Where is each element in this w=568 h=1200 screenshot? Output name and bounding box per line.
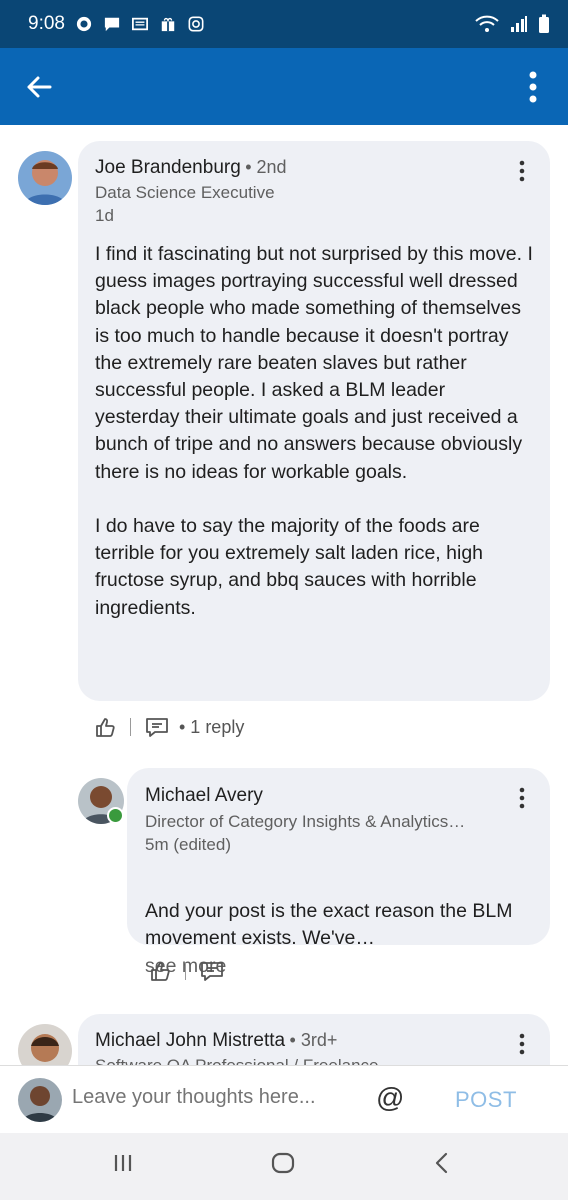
comment-bubble: Michael John Mistretta • 3rd+ Software Q… [78,1014,550,1065]
more-vertical-icon[interactable] [519,1033,525,1055]
author-name[interactable]: Michael John Mistretta [95,1030,285,1051]
system-nav-bar [0,1133,568,1200]
comment-composer: @ POST [0,1065,568,1133]
home-icon[interactable] [271,1151,295,1175]
comment-input[interactable] [72,1086,362,1109]
comment-timestamp: 5m (edited) [145,835,231,854]
reply-bubble: Michael Avery Director of Category Insig… [127,768,550,977]
recent-apps-icon[interactable] [111,1151,135,1175]
author-name[interactable]: Joe Brandenburg [95,157,241,178]
reply-icon[interactable] [145,716,169,738]
instagram-icon [188,16,204,32]
status-time: 9:08 [28,13,65,34]
signal-icon [511,16,527,32]
more-vertical-icon[interactable] [519,787,525,809]
avatar [18,1078,62,1122]
connection-degree: • 3rd+ [289,1030,338,1050]
gift-icon [161,17,175,32]
whatsapp-icon [76,16,92,32]
comment-timestamp: 1d [95,206,114,225]
reply-actions [149,960,224,982]
author-name[interactable]: Michael Avery [145,785,263,807]
comment-bubble: Joe Brandenburg • 2nd Data Science Execu… [78,141,550,701]
author-headline: Director of Category Insights & Analytic… [145,812,466,831]
like-icon[interactable] [149,960,171,982]
app-bar [0,48,568,125]
status-bar: 9:08 [0,0,568,48]
reply-count[interactable]: • 1 reply [179,717,244,738]
comment-body: I find it fascinating but not surprised … [95,243,533,619]
avatar[interactable] [18,151,72,205]
divider [130,718,131,736]
mention-button[interactable]: @ [376,1082,404,1114]
like-icon[interactable] [94,716,116,738]
more-vertical-icon[interactable] [519,160,525,182]
author-headline: Data Science Executive [95,183,275,202]
reply-icon[interactable] [200,960,224,982]
connection-degree: • 2nd [245,157,287,177]
comment-body-text: And your post is the exact reason the BL… [145,900,513,950]
online-status-dot [107,807,124,824]
comment-actions: • 1 reply [94,716,244,738]
wifi-icon [475,15,499,32]
divider [185,962,186,980]
message-icon [104,17,120,32]
news-icon [131,17,148,31]
post-button[interactable]: POST [455,1087,517,1113]
battery-icon [539,14,549,33]
more-vertical-icon[interactable] [528,70,538,104]
author-headline: Software QA Professional / Freelance [95,1054,378,1065]
avatar[interactable] [78,778,124,824]
arrow-left-icon[interactable] [24,72,54,102]
back-icon[interactable] [430,1151,454,1175]
avatar[interactable] [18,1024,72,1065]
comments-list: Joe Brandenburg • 2nd Data Science Execu… [0,125,568,1065]
